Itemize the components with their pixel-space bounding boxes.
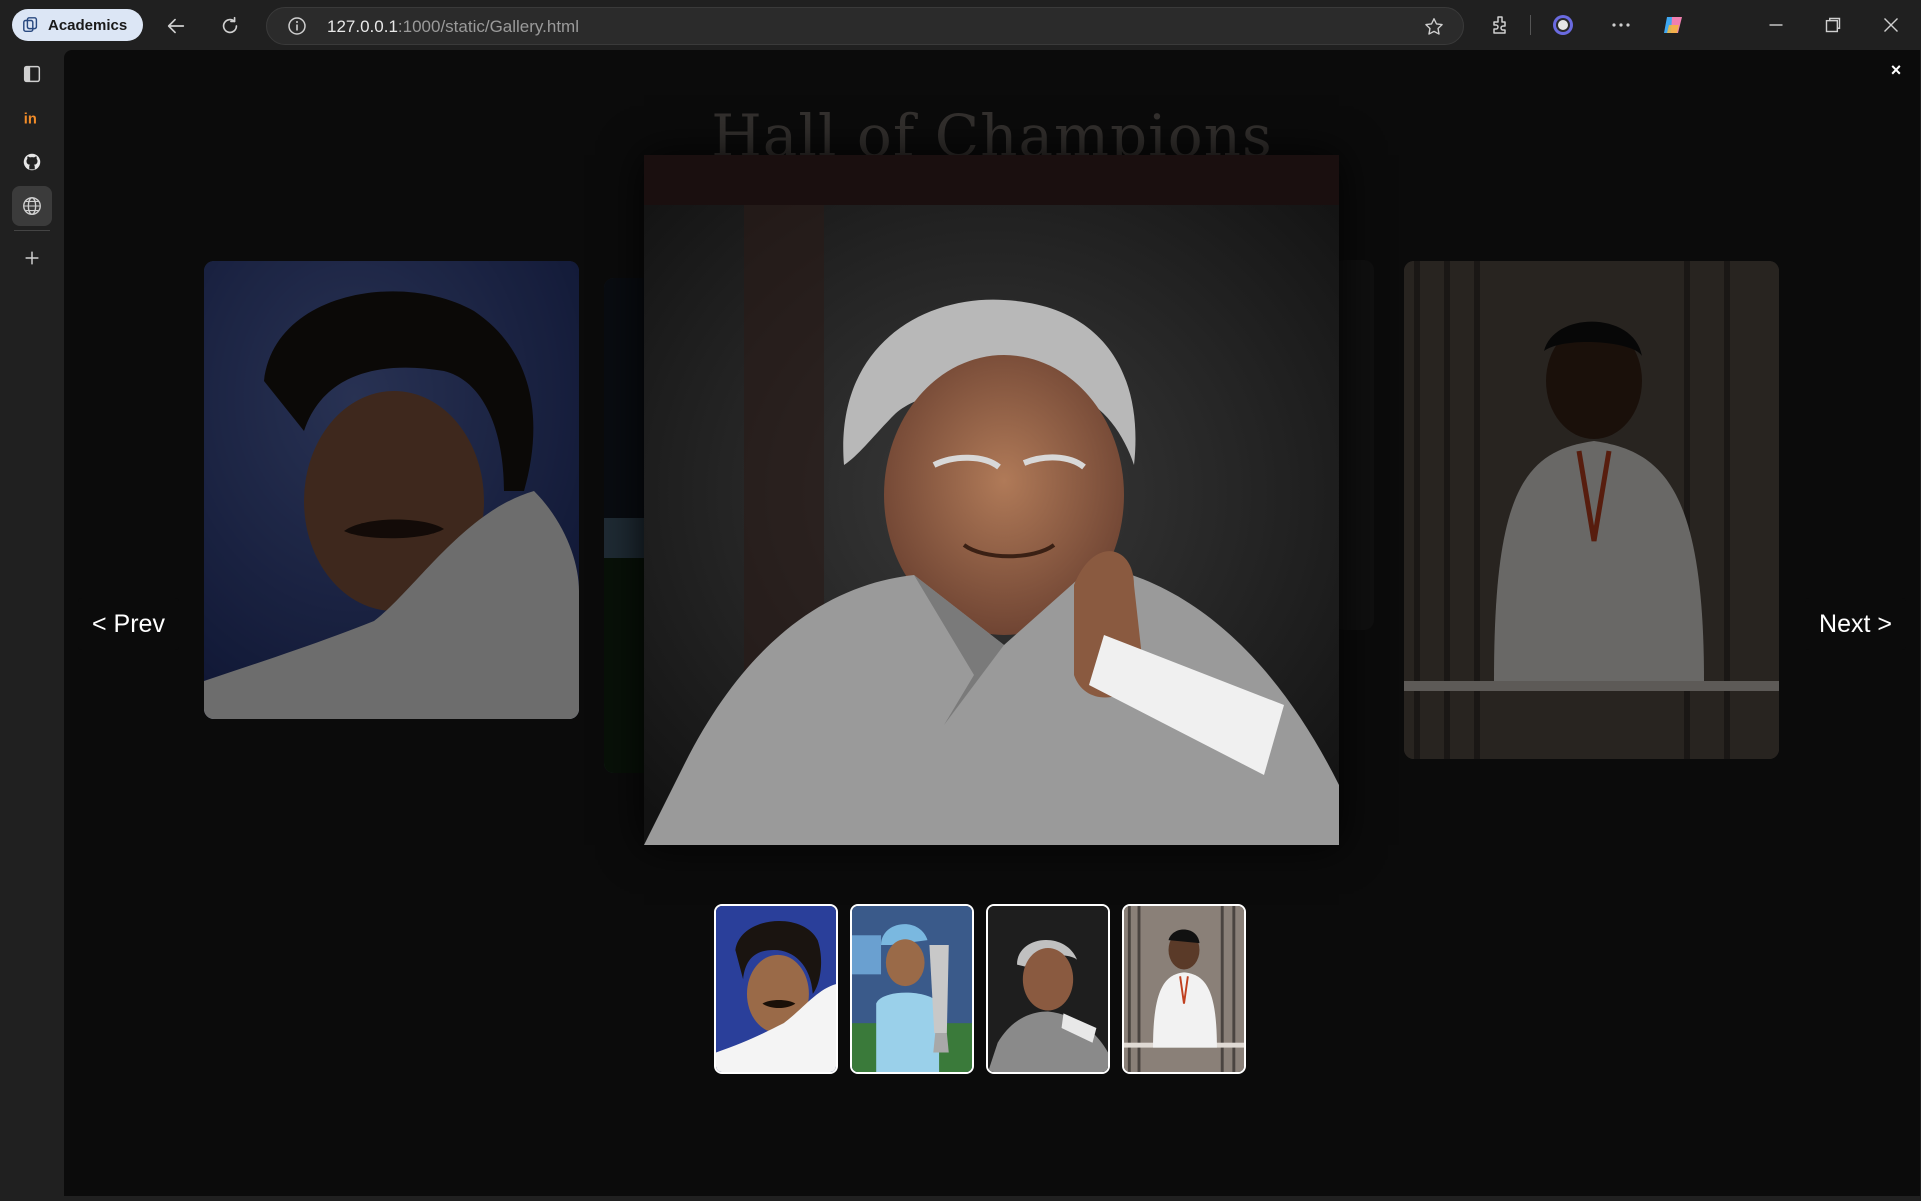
address-bar[interactable]: 127.0.0.1:1000/static/Gallery.html	[266, 7, 1464, 45]
thumbnail-1[interactable]	[714, 904, 838, 1074]
toolbar-divider	[1530, 15, 1531, 35]
profile-avatar-button[interactable]	[1550, 12, 1576, 38]
sidebar-item-invision[interactable]: in	[12, 98, 52, 138]
portrait-1-thumb	[716, 906, 836, 1072]
sidebar-toggle-icon	[23, 65, 41, 83]
address-path: :1000/static/Gallery.html	[397, 17, 579, 36]
minimize-icon[interactable]	[1763, 12, 1789, 38]
workspace-icon	[23, 17, 38, 33]
copilot-button[interactable]	[1660, 12, 1686, 38]
thumbnail-3[interactable]	[986, 904, 1110, 1074]
carousel-card-left[interactable]	[204, 261, 579, 719]
restore-icon[interactable]	[1820, 12, 1846, 38]
thumbnail-4[interactable]	[1122, 904, 1246, 1074]
page-viewport: Hall of Champions < Prev Next > ×	[64, 50, 1920, 1196]
thumbnail-2[interactable]	[850, 904, 974, 1074]
sidebar-item-github[interactable]	[12, 142, 52, 182]
browser-sidebar: in	[0, 50, 64, 1201]
extensions-icon	[1493, 16, 1506, 34]
refresh-icon	[222, 16, 238, 34]
browser-toolbar: Academics 127.0.0.1:1000/static/Gallery.…	[0, 0, 1921, 50]
portrait-3-thumb	[988, 906, 1108, 1072]
portrait-3-image	[644, 205, 1339, 845]
sidebar-item-web[interactable]	[12, 186, 52, 226]
active-photo	[644, 205, 1339, 845]
svg-text:in: in	[24, 112, 37, 128]
github-icon	[23, 153, 41, 171]
profile-label: Academics	[48, 16, 128, 34]
portrait-4-thumb	[1124, 906, 1244, 1072]
profile-button[interactable]: Academics	[12, 9, 144, 41]
address-host: 127.0.0.1	[327, 17, 398, 36]
card-dim-overlay	[1404, 261, 1779, 759]
back-button[interactable]	[160, 10, 192, 42]
globe-icon	[23, 197, 41, 215]
card-dim-overlay	[204, 261, 579, 719]
star-icon[interactable]	[1423, 16, 1445, 38]
sidebar-add-button[interactable]	[12, 238, 52, 278]
next-button[interactable]: Next >	[1805, 598, 1906, 650]
thumbnail-strip	[714, 904, 1246, 1074]
card-header-band	[644, 155, 1339, 205]
sidebar-divider	[14, 230, 50, 231]
copilot-icon	[1664, 17, 1682, 33]
portrait-2-thumb	[852, 906, 972, 1072]
back-arrow-icon	[167, 18, 185, 34]
extensions-button[interactable]	[1488, 12, 1514, 38]
carousel-card-behind-right[interactable]	[1334, 260, 1374, 630]
prev-button[interactable]: < Prev	[78, 598, 179, 650]
carousel-card-active[interactable]	[644, 155, 1339, 845]
info-icon[interactable]	[287, 16, 307, 36]
address-text[interactable]: 127.0.0.1:1000/static/Gallery.html	[327, 17, 579, 37]
sidebar-toggle-button[interactable]	[12, 54, 52, 94]
invision-icon: in	[24, 112, 37, 128]
refresh-button[interactable]	[214, 10, 246, 42]
more-icon	[1612, 23, 1630, 27]
add-icon	[25, 251, 39, 265]
copilot-ring-icon	[1553, 15, 1573, 35]
close-icon[interactable]	[1878, 12, 1904, 38]
close-button[interactable]: ×	[1886, 60, 1906, 80]
carousel-card-right[interactable]	[1404, 261, 1779, 759]
more-button[interactable]	[1608, 12, 1634, 38]
